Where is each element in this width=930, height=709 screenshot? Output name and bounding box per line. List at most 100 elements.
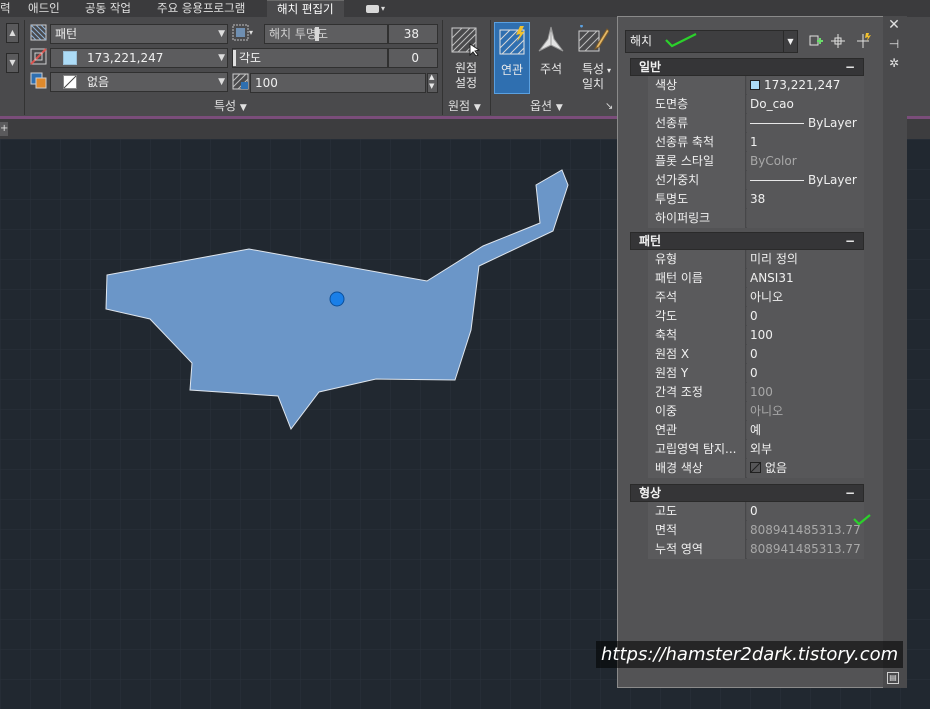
slider-thumb[interactable] [315, 27, 319, 41]
object-type-select[interactable]: 해치 ▼ [625, 30, 798, 53]
prop-row-island-detection[interactable]: 고립영역 탐지... 외부 [648, 440, 864, 459]
quick-select-icon[interactable] [856, 33, 872, 49]
tab-addins[interactable]: 애드인 [28, 0, 60, 17]
prop-value[interactable]: ANSI31 [747, 269, 864, 288]
collapse-icon[interactable]: − [845, 233, 855, 249]
prop-value[interactable]: 100 [747, 326, 864, 345]
prop-row-associative[interactable]: 연관 예 [648, 421, 864, 440]
dialog-launcher-icon[interactable]: ↘ [605, 101, 613, 112]
prop-row-layer[interactable]: 도면층 Do_cao [648, 95, 864, 114]
prop-row-angle[interactable]: 각도 0 [648, 307, 864, 326]
prop-value[interactable]: 아니오 [747, 288, 864, 307]
section-pattern-header[interactable]: 패턴 − [630, 232, 864, 250]
angle-slider[interactable]: 각도 [232, 48, 388, 68]
ribbon-scroll[interactable]: ▲ ▼ [0, 20, 24, 98]
prop-value[interactable]: 0 [747, 502, 864, 521]
prop-row-annotative[interactable]: 주석 아니오 [648, 288, 864, 307]
prop-row-pattern-name[interactable]: 패턴 이름 ANSI31 [648, 269, 864, 288]
prop-key: 연관 [648, 421, 746, 440]
prop-row-hyperlink[interactable]: 하이퍼링크 [648, 209, 864, 228]
prop-row-linetype[interactable]: 선종류 ByLayer [648, 114, 864, 133]
prop-row-double[interactable]: 이중 아니오 [648, 402, 864, 421]
tab-collaborate[interactable]: 공동 작업 [85, 0, 131, 17]
prop-row-transparency[interactable]: 투명도 38 [648, 190, 864, 209]
hatch-scale-input[interactable]: 100 [250, 73, 426, 93]
section-general-title: 일반 [639, 60, 662, 74]
prop-key: 선종류 축척 [648, 133, 746, 152]
prop-value[interactable]: 0 [747, 364, 864, 383]
palette-menu-icon[interactable]: ▤ [887, 672, 899, 684]
prop-row-origin-x[interactable]: 원점 X 0 [648, 345, 864, 364]
prop-row-spacing[interactable]: 간격 조정 100 [648, 383, 864, 402]
tab-output[interactable]: 력 [0, 0, 11, 17]
hatch-scale-icon [232, 73, 249, 90]
prop-row-plot-style[interactable]: 플롯 스타일 ByColor [648, 152, 864, 171]
transparency-slider[interactable]: 해치 투명도 [264, 24, 388, 44]
angle-input[interactable]: 0 [388, 48, 438, 68]
chevron-down-icon[interactable]: ▾ [607, 66, 611, 75]
prop-row-type[interactable]: 유형 미리 정의 [648, 250, 864, 269]
panel-origin-label[interactable]: 원점 ▼ [448, 98, 481, 114]
prop-value[interactable]: 미리 정의 [747, 250, 864, 269]
collapse-icon[interactable]: − [845, 485, 855, 501]
scroll-up-icon[interactable]: ▲ [6, 23, 19, 43]
section-geometry-header[interactable]: 형상 − [630, 484, 864, 502]
prop-value-container[interactable]: 없음 [747, 459, 864, 478]
slider-thumb[interactable] [233, 50, 236, 66]
toggle-pickadd-icon[interactable] [808, 33, 824, 49]
select-objects-icon[interactable] [830, 33, 846, 49]
prop-value[interactable]: 예 [747, 421, 864, 440]
spinner-down-icon[interactable]: ▼ [429, 82, 434, 90]
section-general-header[interactable]: 일반 − [630, 58, 864, 76]
hatch-type-dropdown[interactable]: 패턴 ▼ [50, 24, 228, 44]
prop-value[interactable]: 0 [747, 307, 864, 326]
prop-row-scale[interactable]: 축척 100 [648, 326, 864, 345]
prop-value[interactable]: 0 [747, 345, 864, 364]
autohide-icon[interactable]: ⊣ [887, 37, 901, 51]
match-properties-button[interactable]: 특성 일치 ▾ [573, 22, 613, 94]
check-mark-icon [665, 33, 697, 48]
prop-row-cumulative-area[interactable]: 누적 영역 808941485313.77 [648, 540, 864, 559]
spinner-up-icon[interactable]: ▲ [429, 73, 434, 81]
panel-properties-label[interactable]: 특성 ▼ [214, 98, 247, 114]
hatch-grip[interactable] [329, 291, 345, 307]
chevron-down-icon[interactable]: ▾ [249, 28, 253, 37]
prop-row-color[interactable]: 색상 173,221,247 [648, 76, 864, 95]
tab-featured-apps[interactable]: 주요 응용프로그램 [157, 0, 245, 17]
associative-button[interactable]: 연관 [494, 22, 530, 94]
chevron-down-icon: ▼ [555, 103, 563, 113]
prop-row-lineweight[interactable]: 선가중치 ByLayer [648, 171, 864, 190]
ribbon-display-toggle[interactable]: ▾ [366, 2, 394, 15]
prop-row-elevation[interactable]: 고도 0 [648, 502, 864, 521]
prop-value[interactable]: 1 [747, 133, 864, 152]
background-color-dropdown[interactable]: 없음 ▼ [50, 72, 228, 92]
color-swatch [750, 80, 760, 90]
prop-value[interactable]: 38 [747, 190, 864, 209]
prop-row-origin-y[interactable]: 원점 Y 0 [648, 364, 864, 383]
prop-value-container[interactable]: 173,221,247 [747, 76, 864, 95]
collapse-icon[interactable]: − [845, 59, 855, 75]
gear-icon[interactable]: ✲ [887, 56, 901, 70]
panel-divider [490, 20, 491, 115]
prop-value-container[interactable]: ByLayer [747, 114, 864, 133]
hatch-scale-spinner[interactable]: ▲ ▼ [427, 73, 438, 93]
close-icon[interactable]: ✕ [887, 18, 901, 32]
prop-value[interactable]: 외부 [747, 440, 864, 459]
prop-row-area[interactable]: 면적 808941485313.77 [648, 521, 864, 540]
prop-value-container[interactable]: ByLayer [747, 171, 864, 190]
prop-value[interactable] [747, 209, 864, 228]
new-tab-icon[interactable]: + [0, 122, 8, 136]
scroll-down-icon[interactable]: ▼ [6, 53, 19, 73]
set-origin-button[interactable]: 원점 설정 [446, 22, 486, 94]
annotative-icon [538, 26, 564, 52]
annotative-button[interactable]: 주석 [533, 22, 569, 94]
prop-key: 고도 [648, 502, 746, 521]
prop-row-background-color[interactable]: 배경 색상 없음 [648, 459, 864, 478]
prop-value[interactable]: Do_cao [747, 95, 864, 114]
prop-row-linetype-scale[interactable]: 선종류 축척 1 [648, 133, 864, 152]
panel-options-label[interactable]: 옵션 ▼ [530, 98, 563, 114]
transparency-input[interactable]: 38 [388, 24, 438, 44]
tab-hatch-editor[interactable]: 해치 편집기 [267, 0, 344, 17]
associative-icon [499, 26, 525, 55]
hatch-color-dropdown[interactable]: 173,221,247 ▼ [50, 48, 228, 68]
